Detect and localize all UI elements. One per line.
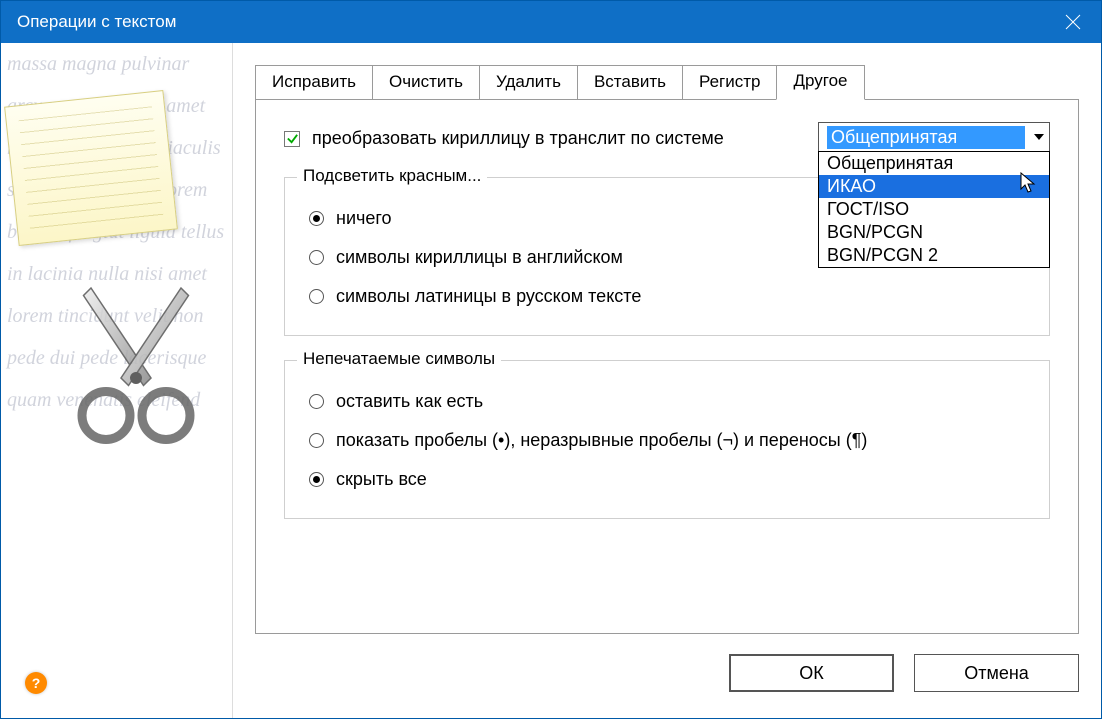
- tab-label: Регистр: [699, 72, 760, 91]
- radio-button[interactable]: [309, 250, 324, 265]
- option-label: ИКАО: [827, 176, 876, 196]
- radio-button[interactable]: [309, 289, 324, 304]
- dialog-buttons: ОК Отмена: [255, 654, 1079, 692]
- option-label: BGN/PCGN 2: [827, 245, 938, 265]
- tab-insert[interactable]: Вставить: [577, 65, 683, 100]
- chevron-down-icon: [1025, 131, 1045, 143]
- translit-option[interactable]: BGN/PCGN 2: [819, 244, 1049, 267]
- translit-option[interactable]: BGN/PCGN: [819, 221, 1049, 244]
- option-label: BGN/PCGN: [827, 222, 923, 242]
- dialog-window: Операции с текстом massa magna pulvinar …: [0, 0, 1102, 719]
- translit-system-dropdown[interactable]: Общепринятая ИКАО ГОСТ/ISO BGN/PCGN BGN/…: [818, 151, 1050, 268]
- translit-option[interactable]: Общепринятая: [819, 152, 1049, 175]
- translit-option[interactable]: ИКАО: [819, 175, 1049, 198]
- tab-delete[interactable]: Удалить: [479, 65, 578, 100]
- button-label: ОК: [799, 663, 824, 684]
- radio-button[interactable]: [309, 433, 324, 448]
- note-illustration: [4, 90, 178, 246]
- nonprintable-legend: Непечатаемые символы: [297, 349, 501, 369]
- scissors-icon: [61, 273, 211, 453]
- tab-label: Очистить: [389, 72, 463, 91]
- tab-fix[interactable]: Исправить: [255, 65, 373, 100]
- radio-label: оставить как есть: [336, 391, 483, 412]
- translit-checkbox-label: преобразовать кириллицу в транслит по си…: [312, 128, 724, 149]
- translit-system-combo[interactable]: Общепринятая: [818, 122, 1050, 152]
- combo-selected-value: Общепринятая: [827, 126, 1025, 149]
- translit-option[interactable]: ГОСТ/ISO: [819, 198, 1049, 221]
- radio-button[interactable]: [309, 211, 324, 226]
- tab-label: Другое: [793, 71, 847, 90]
- titlebar: Операции с текстом: [1, 1, 1101, 43]
- radio-button[interactable]: [309, 394, 324, 409]
- highlight-legend: Подсветить красным...: [297, 166, 487, 186]
- translit-checkbox[interactable]: [284, 131, 300, 147]
- tab-panel-other: Общепринятая Общепринятая ИКАО ГОСТ/ISO …: [255, 99, 1079, 634]
- sidebar: massa magna pulvinar arcu nunc ullam sit…: [1, 43, 233, 718]
- tab-label: Удалить: [496, 72, 561, 91]
- button-label: Отмена: [964, 663, 1029, 684]
- highlight-option-latin[interactable]: символы латиницы в русском тексте: [303, 278, 1031, 317]
- radio-label: ничего: [336, 208, 392, 229]
- nonprint-option-hide[interactable]: скрыть все: [303, 461, 1031, 500]
- main-panel: Исправить Очистить Удалить Вставить Реги…: [233, 43, 1101, 718]
- close-icon: [1065, 14, 1081, 30]
- nonprint-option-keep[interactable]: оставить как есть: [303, 383, 1031, 422]
- nonprintable-groupbox: Непечатаемые символы оставить как есть п…: [284, 360, 1050, 519]
- radio-label: показать пробелы (•), неразрывные пробел…: [336, 430, 867, 451]
- option-label: Общепринятая: [827, 153, 953, 173]
- tab-other[interactable]: Другое: [776, 65, 864, 100]
- ok-button[interactable]: ОК: [729, 654, 894, 692]
- dialog-body: massa magna pulvinar arcu nunc ullam sit…: [1, 43, 1101, 718]
- window-title: Операции с текстом: [17, 12, 176, 32]
- cancel-button[interactable]: Отмена: [914, 654, 1079, 692]
- help-button[interactable]: ?: [25, 672, 47, 694]
- radio-button[interactable]: [309, 472, 324, 487]
- check-icon: [286, 132, 299, 145]
- tab-label: Исправить: [272, 72, 356, 91]
- tab-clean[interactable]: Очистить: [372, 65, 480, 100]
- nonprint-option-show[interactable]: показать пробелы (•), неразрывные пробел…: [303, 422, 1031, 461]
- tab-case[interactable]: Регистр: [682, 65, 777, 100]
- radio-label: символы латиницы в русском тексте: [336, 286, 641, 307]
- tab-label: Вставить: [594, 72, 666, 91]
- close-button[interactable]: [1045, 1, 1101, 43]
- radio-label: скрыть все: [336, 469, 427, 490]
- radio-label: символы кириллицы в английском: [336, 247, 623, 268]
- tab-strip: Исправить Очистить Удалить Вставить Реги…: [255, 65, 1079, 100]
- option-label: ГОСТ/ISO: [827, 199, 909, 219]
